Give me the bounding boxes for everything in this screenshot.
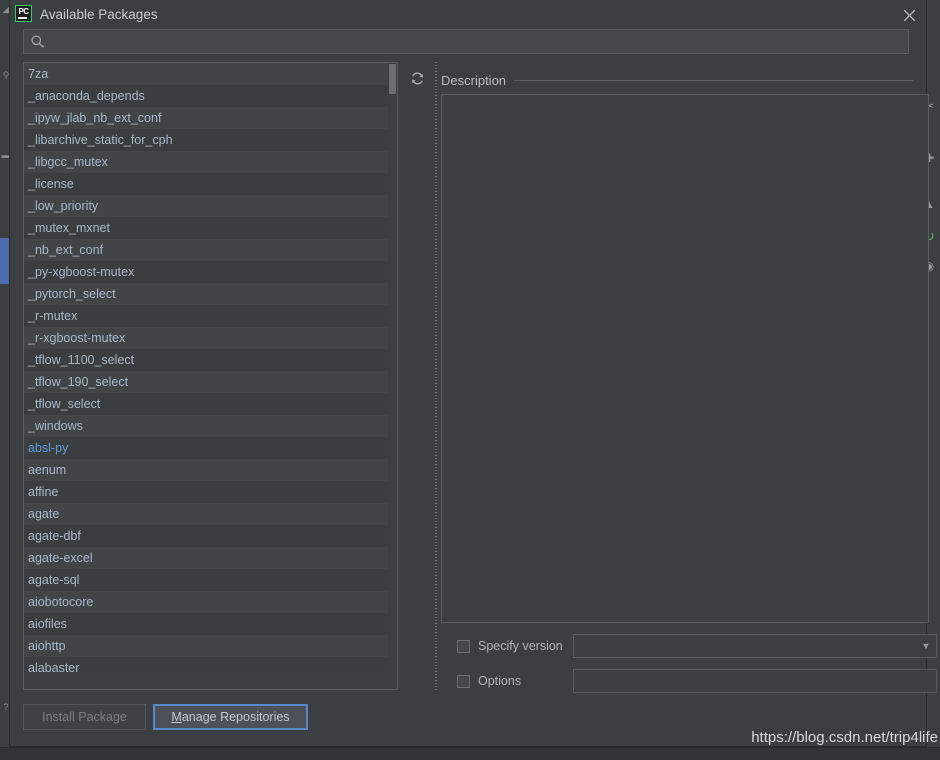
specify-version-checkbox[interactable]	[457, 639, 470, 653]
dialog-titlebar: PC Available Packages	[10, 0, 926, 30]
description-header: Description	[441, 72, 913, 88]
manage-repositories-label: anage Repositories	[181, 710, 290, 724]
manage-repositories-button[interactable]: Manage Repositories	[153, 704, 308, 730]
package-list-item[interactable]: _py-xgboost-mutex	[24, 261, 397, 283]
package-list-item[interactable]: affine	[24, 481, 397, 503]
package-list-item[interactable]: _anaconda_depends	[24, 85, 397, 107]
package-list-item[interactable]: absl-py	[24, 437, 397, 459]
specify-version-combo[interactable]: ▼	[573, 634, 937, 658]
specify-version-label: Specify version	[478, 639, 563, 653]
package-list-item[interactable]: _tflow_1100_select	[24, 349, 397, 371]
scrollbar-thumb[interactable]	[389, 64, 396, 94]
package-list-item[interactable]: _mutex_mxnet	[24, 217, 397, 239]
package-list-item[interactable]: agate	[24, 503, 397, 525]
package-list-item[interactable]: _tflow_190_select	[24, 371, 397, 393]
package-list-item[interactable]: _low_priority	[24, 195, 397, 217]
dialog-content: 7za _anaconda_depends _ipyw_jlab_nb_ext_co…	[23, 62, 937, 693]
package-list-item[interactable]: alabaster	[24, 657, 397, 679]
close-icon[interactable]	[894, 2, 924, 28]
options-checkbox[interactable]	[457, 674, 470, 688]
package-list-item[interactable]: aiofiles	[24, 613, 397, 635]
package-list-item[interactable]: _license	[24, 173, 397, 195]
package-list-item[interactable]: _windows	[24, 415, 397, 437]
search-icon[interactable]	[30, 34, 46, 50]
package-list-item[interactable]: agate-dbf	[24, 525, 397, 547]
refresh-icon[interactable]	[407, 68, 427, 88]
package-list-item[interactable]: _nb_ext_conf	[24, 239, 397, 261]
description-label: Description	[441, 72, 507, 88]
chevron-down-icon[interactable]: ▼	[916, 635, 936, 657]
watermark: https://blog.csdn.net/trip4life	[751, 729, 938, 746]
description-box	[441, 94, 929, 623]
package-list-item[interactable]: agate-sql	[24, 569, 397, 591]
search-input-wrapper[interactable]	[23, 29, 909, 54]
panel-splitter[interactable]	[434, 62, 439, 690]
options-label: Options	[478, 674, 522, 688]
pycharm-logo-icon: PC	[15, 5, 32, 22]
package-list-item[interactable]: _r-xgboost-mutex	[24, 327, 397, 349]
install-package-button[interactable]: Install Package	[23, 704, 146, 730]
package-list-item[interactable]: _r-mutex	[24, 305, 397, 327]
manage-repositories-mnemonic: M	[171, 710, 182, 724]
package-list-item[interactable]: agate-excel	[24, 547, 397, 569]
ide-status-bar	[0, 747, 940, 760]
package-list-item[interactable]: aiohttp	[24, 635, 397, 657]
package-list-item[interactable]: _ipyw_jlab_nb_ext_conf	[24, 107, 397, 129]
package-list[interactable]: 7za _anaconda_depends _ipyw_jlab_nb_ext_co…	[24, 63, 397, 689]
description-panel: Description Specify version ▼ Options	[441, 62, 937, 693]
package-list-item[interactable]: aenum	[24, 459, 397, 481]
package-list-item[interactable]: _pytorch_select	[24, 283, 397, 305]
package-list-item[interactable]: _libarchive_static_for_cph	[24, 129, 397, 151]
package-list-scrollbar[interactable]	[388, 63, 397, 689]
ide-left-selected-tool[interactable]	[0, 238, 10, 284]
package-search-row	[23, 29, 909, 54]
package-list-item[interactable]: _tflow_select	[24, 393, 397, 415]
dialog-title: Available Packages	[40, 7, 158, 22]
specify-version-row: Specify version ▼	[441, 634, 937, 658]
package-list-item[interactable]: _libgcc_mutex	[24, 151, 397, 173]
package-list-item[interactable]: aiobotocore	[24, 591, 397, 613]
package-list-panel: 7za _anaconda_depends _ipyw_jlab_nb_ext_co…	[23, 62, 398, 690]
search-input[interactable]	[46, 31, 908, 52]
description-text	[442, 95, 928, 107]
available-packages-dialog: PC Available Packages 7za _anaconda_depen…	[10, 0, 937, 746]
package-list-item[interactable]: 7za	[24, 63, 397, 85]
description-separator	[514, 79, 913, 81]
